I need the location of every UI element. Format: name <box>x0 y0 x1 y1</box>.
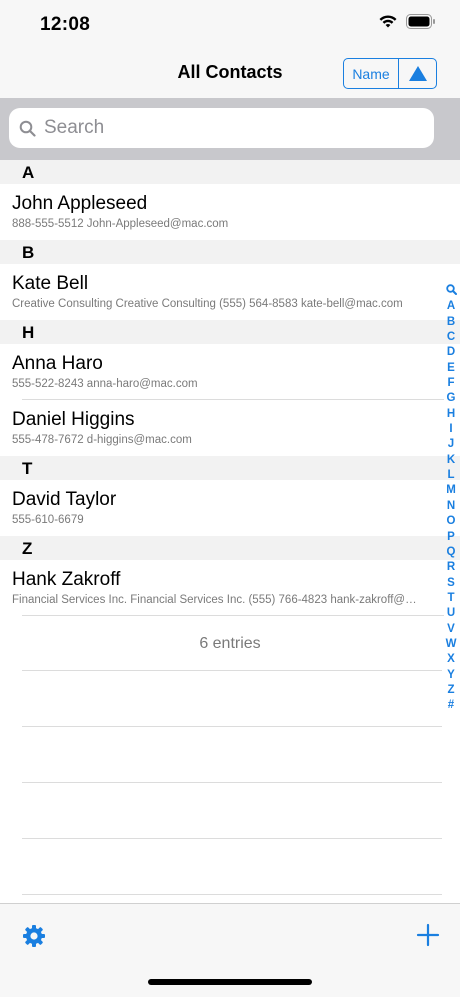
index-letter[interactable]: S <box>447 576 455 591</box>
empty-row-separator <box>22 782 442 783</box>
battery-icon <box>406 14 435 29</box>
index-letter[interactable]: Y <box>447 668 455 683</box>
contact-name: Kate Bell <box>12 273 89 294</box>
status-time: 12:08 <box>40 14 91 35</box>
index-letter[interactable]: O <box>447 514 456 529</box>
index-letter[interactable]: W <box>446 637 457 652</box>
contact-name: Hank Zakroff <box>12 569 121 590</box>
index-letter[interactable]: J <box>448 437 454 452</box>
plus-icon <box>416 923 440 947</box>
index-letter[interactable]: G <box>447 391 456 406</box>
contacts-list: A John Appleseed 888-555-5512 John-Apple… <box>0 160 460 672</box>
index-letter[interactable]: A <box>447 299 455 314</box>
index-letter[interactable]: Q <box>447 545 456 560</box>
contact-detail: 555-522-8243 anna-haro@mac.com <box>12 378 198 390</box>
contact-row[interactable]: David Taylor 555-610-6679 <box>0 480 460 536</box>
index-letter[interactable]: C <box>447 330 455 345</box>
index-letter[interactable]: P <box>447 530 455 545</box>
gear-icon <box>23 925 45 947</box>
contact-detail: 555-610-6679 <box>12 514 84 526</box>
contact-detail: 555-478-7672 d-higgins@mac.com <box>12 434 192 446</box>
index-search-icon[interactable] <box>445 284 457 299</box>
contact-detail: 888-555-5512 John-Appleseed@mac.com <box>12 218 229 230</box>
empty-row-separator <box>22 838 442 839</box>
index-letter[interactable]: E <box>447 361 455 376</box>
section-header-h: H <box>0 320 460 344</box>
search-input[interactable] <box>42 116 406 140</box>
empty-row-separator <box>22 726 442 727</box>
contact-name: John Appleseed <box>12 193 148 214</box>
navigation-bar: All Contacts Name <box>0 48 460 99</box>
search-area <box>0 98 460 160</box>
contact-name: Daniel Higgins <box>12 409 135 430</box>
sort-control: Name <box>343 58 437 89</box>
empty-row-separator <box>22 670 442 671</box>
index-letter[interactable]: X <box>447 652 455 667</box>
sort-direction-button[interactable] <box>399 59 436 88</box>
index-letter[interactable]: F <box>447 376 454 391</box>
contact-name: David Taylor <box>12 489 117 510</box>
entry-count: 6 entries <box>199 635 261 652</box>
section-header-z: Z <box>0 536 460 560</box>
empty-row-separator <box>22 894 442 895</box>
index-letter[interactable]: U <box>447 606 455 621</box>
contact-row[interactable]: Daniel Higgins 555-478-7672 d-higgins@ma… <box>0 400 460 456</box>
contact-detail: Creative Consulting Creative Consulting … <box>12 298 403 310</box>
contact-detail: Financial Services Inc. Financial Servic… <box>12 594 424 606</box>
add-contact-button[interactable] <box>416 923 440 947</box>
search-bar[interactable] <box>9 108 434 148</box>
index-letter[interactable]: L <box>447 468 454 483</box>
search-icon <box>19 120 36 137</box>
status-bar: 12:08 <box>0 0 460 48</box>
row-separator <box>22 615 444 616</box>
section-header-a: A <box>0 160 460 184</box>
status-icons <box>378 14 436 29</box>
index-letter[interactable]: Z <box>447 683 454 698</box>
sort-by-name-button[interactable]: Name <box>344 59 399 88</box>
contact-row[interactable]: John Appleseed 888-555-5512 John-Applese… <box>0 184 460 240</box>
contact-row[interactable]: Anna Haro 555-522-8243 anna-haro@mac.com <box>0 344 460 400</box>
index-letter[interactable]: M <box>446 483 456 498</box>
contact-row[interactable]: Hank Zakroff Financial Services Inc. Fin… <box>0 560 460 616</box>
index-letter[interactable]: R <box>447 560 455 575</box>
index-letter[interactable]: N <box>447 499 455 514</box>
index-letter[interactable]: T <box>447 591 454 606</box>
section-header-t: T <box>0 456 460 480</box>
wifi-icon <box>379 15 397 28</box>
index-letter[interactable]: K <box>447 453 455 468</box>
index-letter[interactable]: # <box>448 698 454 713</box>
index-letter[interactable]: H <box>447 407 455 422</box>
index-letter[interactable]: I <box>449 422 452 437</box>
settings-button[interactable] <box>22 924 46 948</box>
triangle-up-icon <box>408 66 427 81</box>
section-header-b: B <box>0 240 460 264</box>
section-index[interactable]: A B C D E F G H I J K L M N O P Q R S T U V W X Y Z # <box>443 284 459 714</box>
contact-row[interactable]: Kate Bell Creative Consulting Creative C… <box>0 264 460 320</box>
home-indicator <box>148 979 312 985</box>
index-letter[interactable]: V <box>447 622 455 637</box>
contact-name: Anna Haro <box>12 353 103 374</box>
index-letter[interactable]: B <box>447 315 455 330</box>
index-letter[interactable]: D <box>447 345 455 360</box>
